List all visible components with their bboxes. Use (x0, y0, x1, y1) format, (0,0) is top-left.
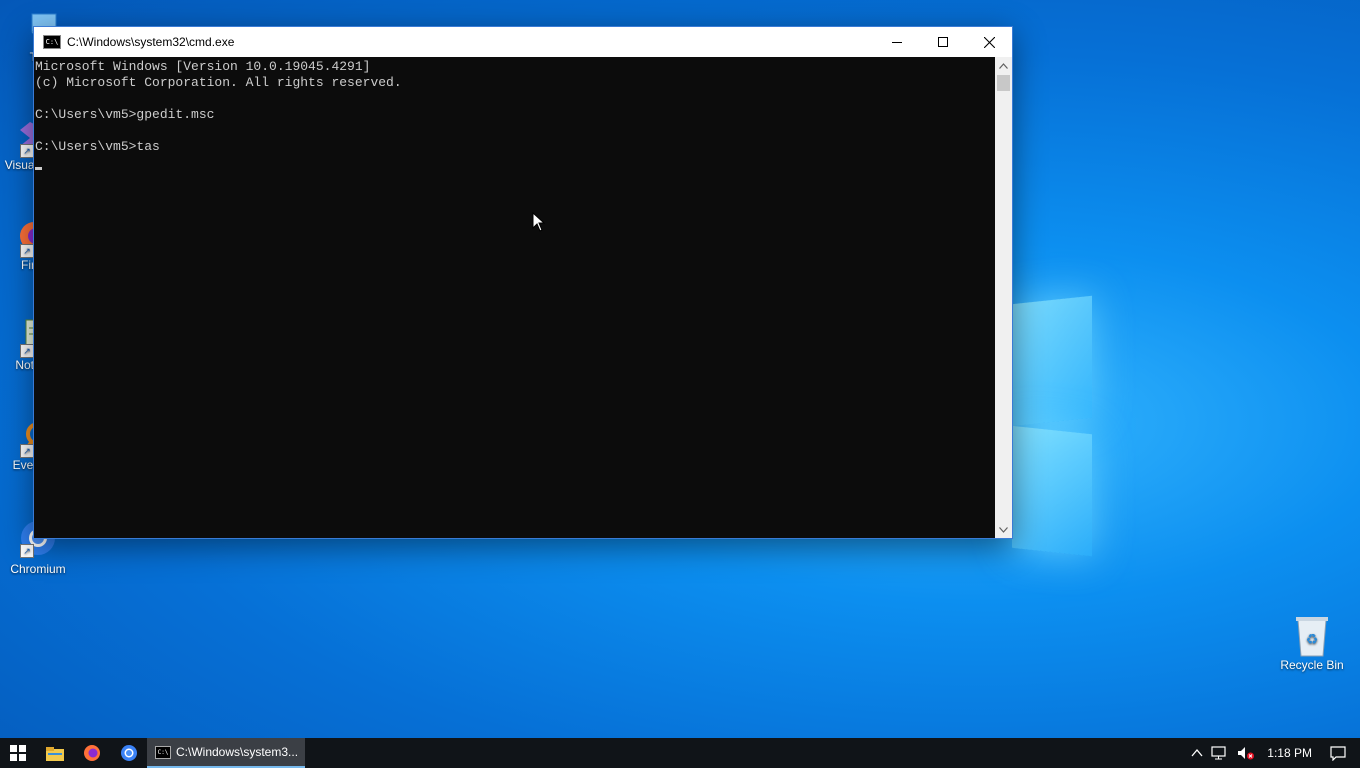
desktop-icon-label: Chromium (10, 562, 66, 576)
close-button[interactable] (966, 27, 1012, 57)
svg-text:♻: ♻ (1306, 632, 1319, 648)
cmd-app-icon[interactable]: C:\ (43, 35, 61, 49)
recycle-bin-label: Recycle Bin (1280, 658, 1344, 672)
volume-muted-icon (1238, 747, 1255, 760)
volume-button[interactable] (1237, 746, 1255, 760)
taskbar-chromium[interactable] (110, 738, 147, 768)
cmd-icon: C:\ (155, 745, 171, 759)
firefox-icon (83, 745, 100, 761)
desktop-icon-recycle-bin[interactable]: ♻ Recycle Bin (1274, 614, 1350, 672)
console-output[interactable]: Microsoft Windows [Version 10.0.19045.42… (34, 57, 995, 538)
start-button[interactable] (0, 738, 36, 768)
windows-start-icon (10, 745, 26, 761)
chromium-icon (120, 745, 137, 761)
vertical-scrollbar[interactable] (995, 57, 1012, 538)
file-explorer-icon (45, 746, 64, 761)
shortcut-arrow-icon: ↗ (20, 144, 34, 158)
taskbar: C:\ C:\Windows\system3... 1:18 PM (0, 738, 1360, 768)
show-hidden-icons-button[interactable] (1191, 749, 1203, 757)
shortcut-arrow-icon: ↗ (20, 544, 34, 558)
mouse-pointer-icon (532, 211, 546, 237)
console-line: C:\Users\vm5>gpedit.msc (35, 107, 215, 122)
console-cursor-line (35, 155, 995, 171)
clock[interactable]: 1:18 PM (1267, 746, 1312, 760)
cmd-window[interactable]: C:\ C:\Windows\system32\cmd.exe Microsof… (33, 26, 1013, 539)
recycle-bin-icon: ♻ (1292, 614, 1332, 657)
taskbar-cmd-label: C:\Windows\system3... (176, 745, 299, 759)
shortcut-arrow-icon: ↗ (20, 244, 34, 258)
chevron-down-icon (999, 526, 1008, 533)
notification-icon (1330, 745, 1346, 761)
console-line: (c) Microsoft Corporation. All rights re… (35, 75, 402, 90)
window-title: C:\Windows\system32\cmd.exe (67, 35, 235, 49)
close-icon (983, 36, 995, 48)
taskbar-file-explorer[interactable] (36, 738, 73, 768)
scroll-up-button[interactable] (995, 57, 1012, 74)
scroll-thumb[interactable] (997, 75, 1010, 91)
window-controls (874, 27, 1012, 57)
chevron-up-icon (1191, 749, 1203, 757)
console-line: C:\Users\vm5>tas (35, 139, 160, 154)
console-line: Microsoft Windows [Version 10.0.19045.42… (35, 59, 371, 74)
taskbar-cmd-window[interactable]: C:\ C:\Windows\system3... (147, 738, 305, 768)
shortcut-arrow-icon: ↗ (20, 344, 34, 358)
maximize-button[interactable] (920, 27, 966, 57)
action-center-button[interactable] (1330, 745, 1346, 761)
taskbar-firefox[interactable] (73, 738, 110, 768)
system-tray: 1:18 PM (1187, 738, 1360, 768)
network-icon (1211, 746, 1226, 760)
text-cursor (35, 167, 42, 170)
scroll-down-button[interactable] (995, 521, 1012, 538)
minimize-button[interactable] (874, 27, 920, 57)
cmd-titlebar[interactable]: C:\ C:\Windows\system32\cmd.exe (34, 27, 1012, 57)
maximize-icon (938, 37, 948, 47)
network-button[interactable] (1211, 746, 1229, 760)
chevron-up-icon (999, 62, 1008, 69)
shortcut-arrow-icon: ↗ (20, 444, 34, 458)
minimize-icon (892, 42, 902, 43)
